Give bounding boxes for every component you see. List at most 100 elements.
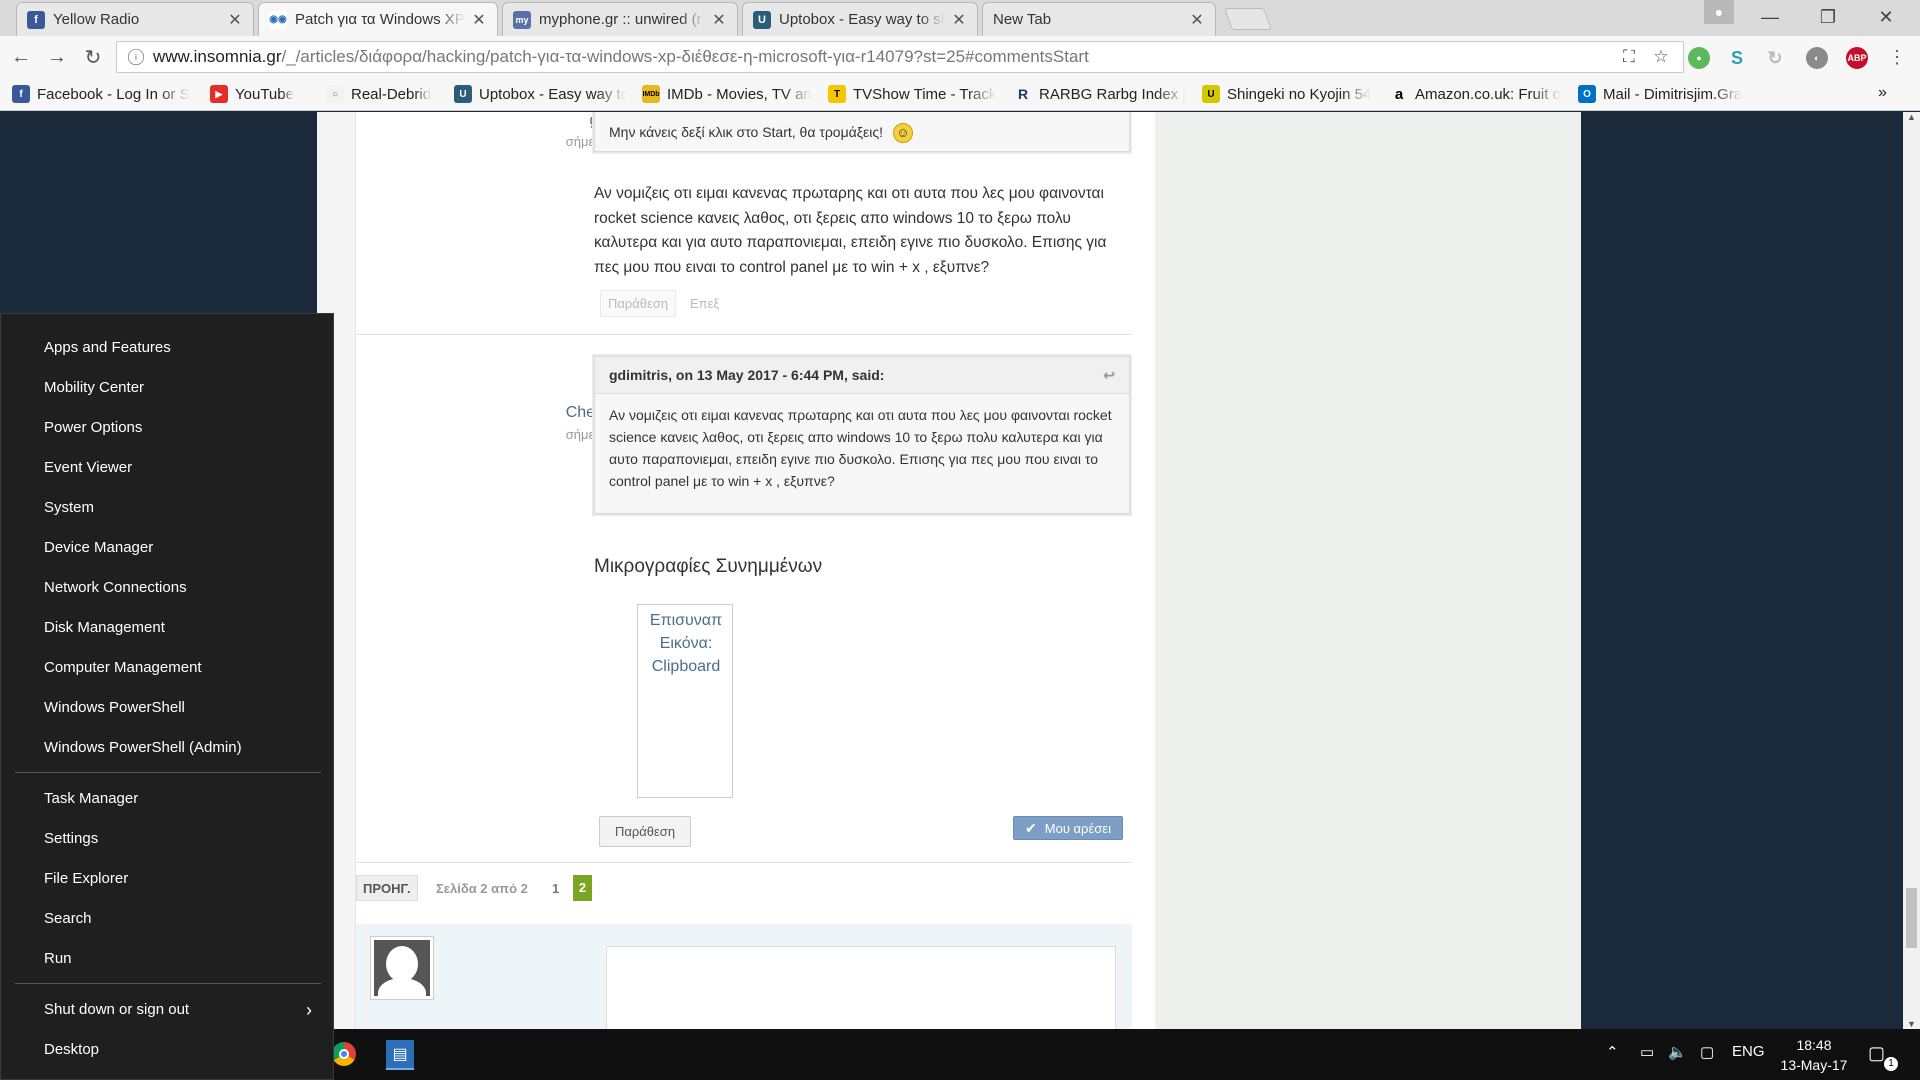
close-icon[interactable]: ✕	[951, 10, 967, 30]
menu-item-search[interactable]: Search	[44, 907, 92, 931]
back-arrow-icon[interactable]: ←	[8, 44, 34, 70]
bookmark-label: Uptobox - Easy way to	[479, 85, 626, 103]
chrome-icon[interactable]	[330, 1040, 358, 1068]
page-link-2-current[interactable]: 2	[573, 875, 592, 901]
close-window-button[interactable]: ✕	[1860, 0, 1912, 34]
sync-extension-icon[interactable]: S	[1726, 47, 1748, 69]
bookmark-star-icon[interactable]: ☆	[1647, 42, 1675, 72]
menu-kebab-icon[interactable]: ⋮	[1884, 44, 1910, 70]
menu-item-file-explorer[interactable]: File Explorer	[44, 867, 128, 891]
bookmark-rarbg[interactable]: R RARBG Rarbg Index p	[1014, 85, 1186, 103]
bookmark-amazon[interactable]: a Amazon.co.uk: Fruit o	[1390, 85, 1562, 103]
bookmark-youtube[interactable]: ▶ YouTube	[210, 85, 310, 103]
menu-item-computer-management[interactable]: Computer Management	[44, 656, 202, 680]
shingeki-icon: U	[1202, 85, 1220, 103]
green-extension-icon[interactable]: ●	[1688, 47, 1710, 69]
bookmark-shingeki[interactable]: U Shingeki no Kyojin 54	[1202, 85, 1374, 103]
menu-item-desktop[interactable]: Desktop	[44, 1038, 99, 1062]
real-debrid-icon: ○	[326, 85, 344, 103]
clock[interactable]: 18:48 13-May-17	[1772, 1035, 1856, 1075]
quote-button[interactable]: Παράθεση	[600, 290, 676, 317]
adblock-plus-icon[interactable]: ABP	[1846, 47, 1868, 69]
address-bar[interactable]: i www.insomnia.gr/_/articles/διάφορα/hac…	[116, 41, 1684, 73]
tab-myphone[interactable]: my myphone.gr :: unwired (r ✕	[502, 2, 738, 36]
tvshow-time-icon: T	[828, 85, 846, 103]
tab-label: myphone.gr :: unwired (r	[539, 11, 702, 28]
tab-label: New Tab	[993, 11, 1052, 28]
like-button[interactable]: ✔ Μου αρέσει	[1013, 816, 1123, 840]
menu-item-shut-down-or-sign-out[interactable]: Shut down or sign out ›	[44, 998, 324, 1022]
info-icon[interactable]: i	[127, 48, 145, 66]
language-indicator[interactable]: ENG	[1732, 1043, 1765, 1060]
close-icon[interactable]: ✕	[471, 10, 487, 30]
bookmark-mail[interactable]: O Mail - Dimitrisjim.Gra	[1578, 85, 1754, 103]
forward-arrow-icon[interactable]: →	[44, 44, 70, 70]
scroll-up-icon[interactable]: ▲	[1903, 112, 1920, 122]
quote-body: Αν νομιζεις οτι ειμαι κανενας πρωταρης κ…	[609, 407, 1112, 489]
myphone-icon: my	[513, 10, 531, 29]
menu-item-windows-powershell-admin[interactable]: Windows PowerShell (Admin)	[44, 736, 242, 760]
bookmark-label: Mail - Dimitrisjim.Gra	[1603, 85, 1743, 103]
action-center-icon[interactable]: ▢	[1868, 1043, 1885, 1064]
page-info: Σελίδα 2 από 2	[436, 881, 528, 896]
insomnia-icon: ◉◉	[269, 10, 287, 29]
outlook-icon: O	[1578, 85, 1596, 103]
refresh-extension-icon[interactable]: ↻	[1764, 47, 1786, 69]
page-link-1[interactable]: 1	[552, 881, 559, 896]
scrollbar-thumb[interactable]	[1906, 888, 1917, 948]
quote-box: Μην κάνεις δεξί κλικ στο Start, θα τρομά…	[594, 112, 1130, 152]
jump-to-quote-icon[interactable]: ↩	[1103, 367, 1115, 384]
menu-item-label: Shut down or sign out	[44, 1001, 190, 1018]
bookmark-uptobox[interactable]: U Uptobox - Easy way to	[454, 85, 626, 103]
network-icon[interactable]: ▢	[1700, 1043, 1714, 1061]
like-label: Μου αρέσει	[1044, 820, 1111, 836]
quote-header-text: gdimitris, on 13 May 2017 - 6:44 PM, sai…	[609, 367, 885, 383]
gray-extension-icon[interactable]: ◐	[1806, 47, 1828, 69]
translate-icon[interactable]: ⛶	[1615, 42, 1643, 72]
bookmark-facebook[interactable]: f Facebook - Log In or S	[12, 85, 194, 103]
close-icon[interactable]: ✕	[1189, 10, 1205, 30]
minimize-button[interactable]: —	[1744, 0, 1796, 34]
close-icon[interactable]: ✕	[227, 10, 243, 30]
menu-item-disk-management[interactable]: Disk Management	[44, 616, 165, 640]
bookmark-tvshow-time[interactable]: T TVShow Time - Track	[828, 85, 998, 103]
volume-icon[interactable]: 🔈	[1668, 1043, 1687, 1061]
quote-button[interactable]: Παράθεση	[599, 816, 691, 847]
quote-body: Μην κάνεις δεξί κλικ στο Start, θα τρομά…	[595, 112, 1129, 153]
menu-item-system[interactable]: System	[44, 496, 94, 520]
tab-uptobox[interactable]: U Uptobox - Easy way to sh ✕	[742, 2, 978, 36]
menu-item-power-options[interactable]: Power Options	[44, 416, 142, 440]
reload-icon[interactable]: ↻	[80, 44, 106, 70]
clock-time: 18:48	[1796, 1037, 1832, 1053]
show-hidden-icons-chevron-icon[interactable]: ⌃	[1606, 1043, 1619, 1061]
reply-editor[interactable]	[606, 946, 1116, 1029]
tab-yellow-radio[interactable]: f Yellow Radio ✕	[16, 2, 254, 36]
tab-new-tab[interactable]: New Tab ✕	[982, 2, 1216, 36]
control-panel-icon[interactable]: ▤	[386, 1040, 414, 1070]
close-icon[interactable]: ✕	[711, 10, 727, 30]
menu-item-task-manager[interactable]: Task Manager	[44, 787, 138, 811]
bookmarks-overflow-icon[interactable]: »	[1878, 84, 1887, 102]
menu-item-settings[interactable]: Settings	[44, 827, 98, 851]
bookmark-real-debrid[interactable]: ○ Real-Debrid	[326, 85, 438, 103]
menu-item-event-viewer[interactable]: Event Viewer	[44, 456, 132, 480]
scroll-down-icon[interactable]: ▼	[1903, 1019, 1920, 1029]
page-scrollbar[interactable]: ▲ ▼	[1903, 112, 1920, 1029]
menu-item-device-manager[interactable]: Device Manager	[44, 536, 153, 560]
tab-insomnia-patch[interactable]: ◉◉ Patch για τα Windows XP ✕	[258, 2, 498, 36]
quote-box: gdimitris, on 13 May 2017 - 6:44 PM, sai…	[594, 356, 1130, 514]
previous-page-button[interactable]: ΠΡΟΗΓ.	[356, 875, 418, 901]
user-profile-icon[interactable]: ●	[1704, 0, 1734, 24]
new-tab-button[interactable]	[1223, 8, 1273, 30]
menu-item-network-connections[interactable]: Network Connections	[44, 576, 187, 600]
edit-button[interactable]: Επεξ	[690, 296, 719, 311]
menu-item-mobility-center[interactable]: Mobility Center	[44, 376, 144, 400]
restore-button[interactable]: ❐	[1802, 0, 1854, 34]
attachment-thumbnail[interactable]: Επισυναπ Εικόνα: Clipboard	[637, 604, 733, 798]
menu-item-apps-and-features[interactable]: Apps and Features	[44, 336, 171, 360]
quote-text: Μην κάνεις δεξί κλικ στο Start, θα τρομά…	[609, 124, 884, 140]
menu-item-run[interactable]: Run	[44, 947, 72, 971]
battery-icon[interactable]: ▭	[1640, 1043, 1654, 1061]
menu-item-windows-powershell[interactable]: Windows PowerShell	[44, 696, 185, 720]
bookmark-imdb[interactable]: IMDb IMDb - Movies, TV an	[642, 85, 812, 103]
